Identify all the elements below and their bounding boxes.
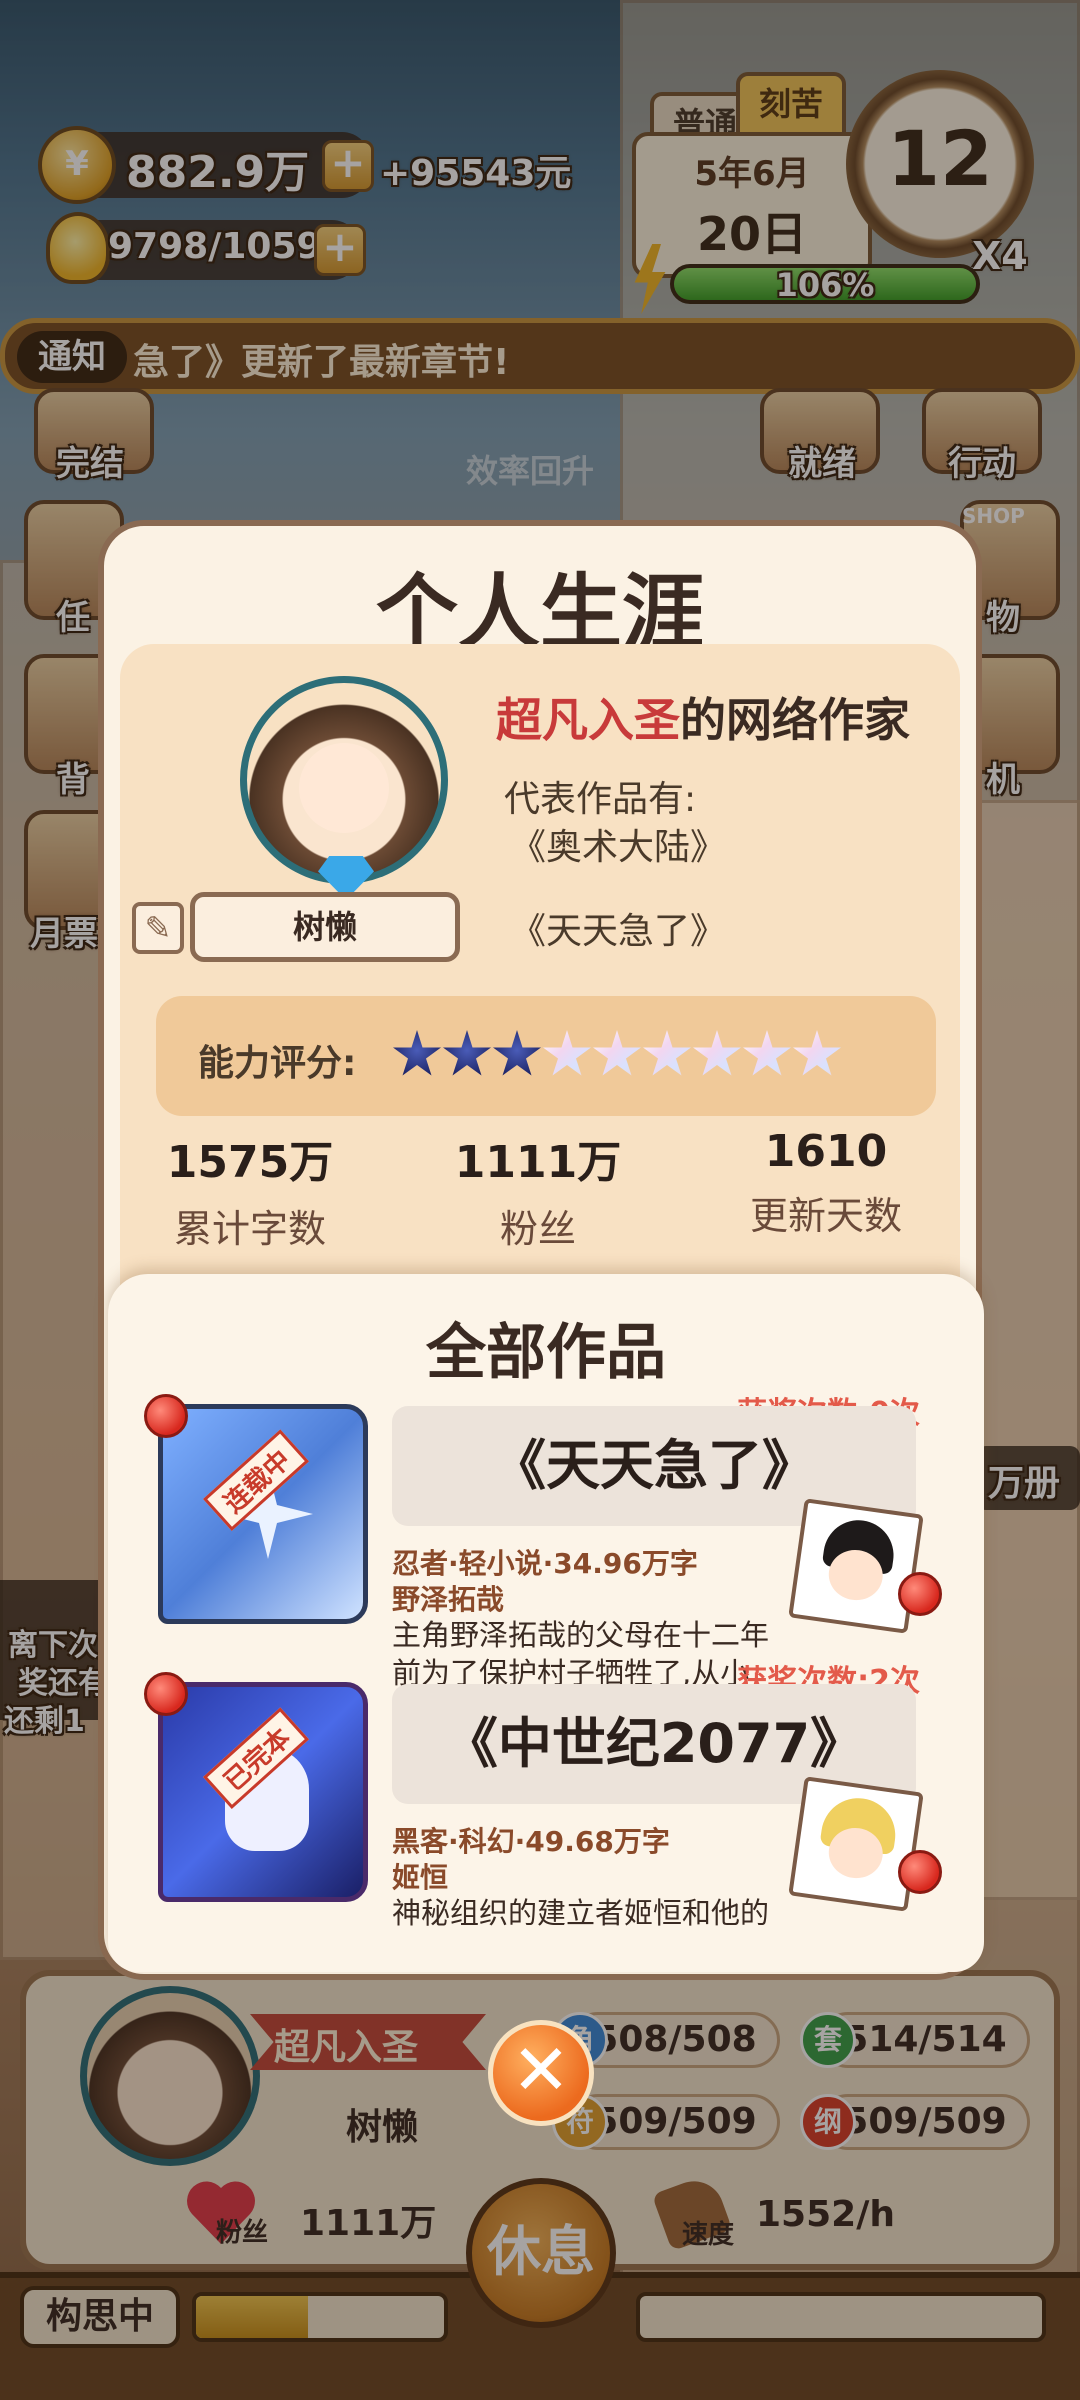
star-empty-icon xyxy=(743,1030,791,1076)
work-item[interactable]: 已完本 获奖次数:2次 《中世纪2077》 黑客·科幻·49.68万字 姬恒 神… xyxy=(108,1664,984,1962)
work-item[interactable]: 连载中 获奖次数:0次 《天天急了》 忍者·轻小说·34.96万字 野泽拓哉 主… xyxy=(108,1394,984,1690)
star-filled-icon xyxy=(493,1030,541,1076)
star-filled-icon xyxy=(443,1030,491,1076)
edit-name-icon[interactable]: ✎ xyxy=(132,902,184,954)
stat-word-count: 1575万 累计字数 xyxy=(120,1126,380,1253)
representative-work-1: 《奥术大陆》 xyxy=(510,827,727,868)
works-panel: 全部作品 连载中 获奖次数:0次 《天天急了》 忍者·轻小说·34.96万字 野… xyxy=(108,1274,984,1972)
star-empty-icon xyxy=(693,1030,741,1076)
pin-icon xyxy=(898,1850,942,1894)
author-role: 的网络作家 xyxy=(680,693,910,747)
book-cover: 已完本 xyxy=(158,1682,368,1902)
representative-works-label: 代表作品有: xyxy=(504,779,697,820)
ability-rating-label: 能力评分: xyxy=(198,1043,357,1084)
work-protagonist: 野泽拓哉 xyxy=(392,1583,505,1616)
stat-value: 1610 xyxy=(764,1126,888,1177)
pin-icon xyxy=(144,1672,188,1716)
protagonist-portrait xyxy=(788,1776,924,1912)
stat-value: 1111万 xyxy=(454,1137,622,1188)
stat-update-days: 1610 更新天数 xyxy=(696,1126,956,1240)
star-empty-icon xyxy=(543,1030,591,1076)
author-rank: 超凡入圣 xyxy=(496,693,680,747)
star-empty-icon xyxy=(793,1030,841,1076)
work-description: 神秘组织的建立者姬恒和他的组织若离利用这个组织秘密地 xyxy=(392,1896,770,1930)
stat-value: 1575万 xyxy=(166,1137,334,1188)
protagonist-portrait xyxy=(788,1498,924,1634)
stat-label: 更新天数 xyxy=(749,1194,902,1238)
rating-stars xyxy=(392,1030,842,1084)
author-avatar xyxy=(240,676,448,884)
stat-label: 粉丝 xyxy=(499,1207,576,1251)
stat-fans: 1111万 粉丝 xyxy=(408,1126,668,1253)
works-title: 全部作品 xyxy=(426,1318,666,1388)
pin-icon xyxy=(898,1572,942,1616)
star-empty-icon xyxy=(643,1030,691,1076)
author-title: 超凡入圣的网络作家 xyxy=(496,684,910,750)
book-cover: 连载中 xyxy=(158,1404,368,1624)
author-name[interactable]: 树懒 xyxy=(190,892,460,962)
career-modal: 个人生涯 ✎ 树懒 超凡入圣的网络作家 代表作品有: 《奥术大陆》 《天天急了》… xyxy=(98,520,984,1980)
stat-label: 累计字数 xyxy=(173,1207,326,1251)
star-filled-icon xyxy=(393,1030,441,1076)
work-meta: 黑客·科幻·49.68万字 xyxy=(392,1825,670,1858)
author-face xyxy=(299,743,389,833)
pin-icon xyxy=(144,1394,188,1438)
work-description: 主角野泽拓哉的父母在十二年前为了保护村子牺牲了,从小 xyxy=(392,1618,770,1690)
star-empty-icon xyxy=(593,1030,641,1076)
representative-work-2: 《天天急了》 xyxy=(510,911,727,952)
work-protagonist: 姬恒 xyxy=(392,1861,449,1894)
profile-panel: ✎ 树懒 超凡入圣的网络作家 代表作品有: 《奥术大陆》 《天天急了》 能力评分… xyxy=(120,644,960,1364)
work-meta: 忍者·轻小说·34.96万字 xyxy=(392,1547,698,1580)
close-icon[interactable]: ✕ xyxy=(488,2020,594,2126)
ability-rating: 能力评分: xyxy=(156,996,936,1116)
